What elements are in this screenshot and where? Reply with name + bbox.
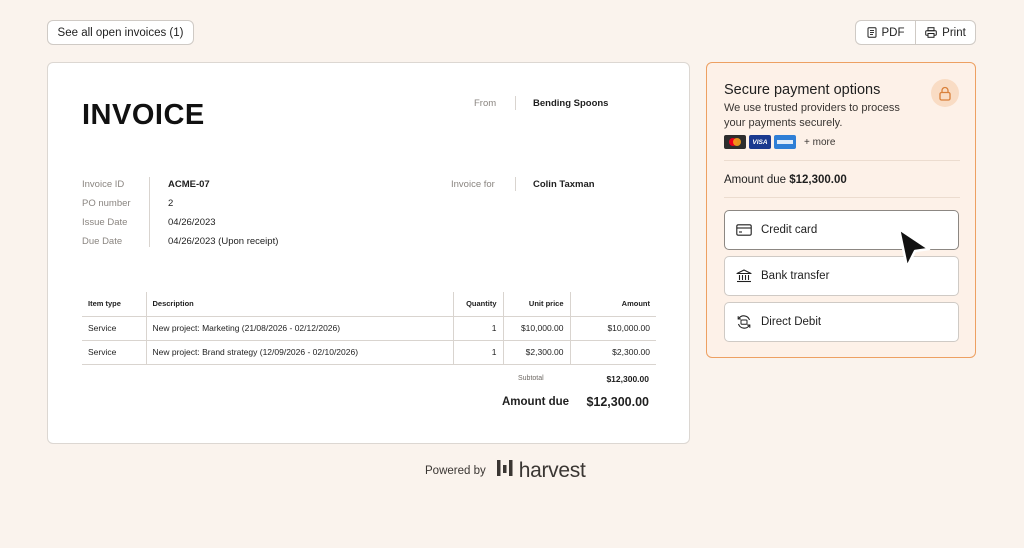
invoice-card: INVOICE From Bending Spoons Invoice ID P… bbox=[47, 62, 690, 444]
amex-icon bbox=[774, 135, 796, 149]
subtotal-value: $12,300.00 bbox=[606, 374, 649, 384]
due-date-label: Due Date bbox=[82, 236, 123, 247]
cell-unit-price: $10,000.00 bbox=[502, 316, 570, 341]
harvest-mark-icon bbox=[496, 458, 514, 483]
see-all-invoices-label: See all open invoices (1) bbox=[57, 26, 184, 39]
printer-icon bbox=[925, 27, 937, 38]
table-row: Service New project: Marketing (21/08/20… bbox=[82, 316, 656, 341]
invoice-for-value: Colin Taxman bbox=[533, 179, 595, 190]
col-description: Description bbox=[145, 292, 453, 317]
pdf-label: PDF bbox=[881, 26, 905, 39]
panel-divider bbox=[724, 197, 960, 198]
direct-debit-option[interactable]: Direct Debit bbox=[724, 302, 959, 342]
invoice-for-label: Invoice for bbox=[451, 179, 495, 190]
direct-debit-label: Direct Debit bbox=[761, 316, 822, 328]
visa-text: VISA bbox=[752, 138, 768, 146]
table-header-row: Item type Description Quantity Unit pric… bbox=[82, 292, 656, 317]
pdf-button[interactable]: PDF bbox=[856, 21, 915, 44]
export-button-group: PDF Print bbox=[855, 20, 976, 45]
col-amount: Amount bbox=[569, 292, 656, 317]
from-label: From bbox=[474, 98, 497, 109]
cell-description: New project: Brand strategy (12/09/2026 … bbox=[145, 340, 453, 365]
invoice-for-divider bbox=[515, 177, 516, 191]
col-item-type: Item type bbox=[82, 292, 146, 317]
credit-card-label: Credit card bbox=[761, 224, 818, 236]
issue-date-value: 04/26/2023 bbox=[168, 217, 216, 228]
harvest-wordmark: harvest bbox=[518, 458, 586, 482]
cell-description: New project: Marketing (21/08/2026 - 02/… bbox=[145, 316, 453, 341]
from-value: Bending Spoons bbox=[533, 98, 609, 109]
po-number-value: 2 bbox=[168, 198, 174, 209]
cell-quantity: 1 bbox=[452, 316, 503, 341]
document-icon bbox=[867, 27, 877, 38]
powered-by-text: Powered by bbox=[425, 464, 486, 477]
amount-due-value: $12,300.00 bbox=[586, 395, 649, 409]
line-items-table: Item type Description Quantity Unit pric… bbox=[82, 292, 656, 365]
panel-divider bbox=[724, 160, 960, 161]
cell-item-type: Service bbox=[82, 316, 146, 341]
credit-card-icon bbox=[736, 224, 752, 236]
invoice-title: INVOICE bbox=[82, 99, 205, 131]
from-divider bbox=[515, 96, 516, 110]
amount-due-label: Amount due bbox=[502, 396, 570, 408]
bank-transfer-label: Bank transfer bbox=[761, 270, 830, 282]
invoice-id-label: Invoice ID bbox=[82, 179, 125, 190]
visa-icon: VISA bbox=[749, 135, 771, 149]
print-button[interactable]: Print bbox=[915, 21, 975, 44]
cell-amount: $2,300.00 bbox=[569, 340, 656, 365]
po-number-label: PO number bbox=[82, 198, 131, 209]
cell-unit-price: $2,300.00 bbox=[502, 340, 570, 365]
mouse-cursor-icon bbox=[893, 225, 935, 276]
meta-divider bbox=[149, 177, 150, 247]
lock-icon bbox=[931, 79, 959, 107]
bank-icon bbox=[736, 269, 752, 283]
cell-item-type: Service bbox=[82, 340, 146, 365]
panel-amount-due: Amount due $12,300.00 bbox=[724, 174, 847, 186]
panel-amount-due-value: $12,300.00 bbox=[789, 174, 847, 186]
direct-debit-icon bbox=[736, 314, 752, 330]
see-all-invoices-button[interactable]: See all open invoices (1) bbox=[47, 20, 194, 45]
subtotal-label: Subtotal bbox=[518, 375, 544, 382]
powered-by: Powered by harvest bbox=[425, 458, 586, 483]
table-row: Service New project: Brand strategy (12/… bbox=[82, 340, 656, 365]
due-date-value: 04/26/2023 (Upon receipt) bbox=[168, 236, 279, 247]
col-unit-price: Unit price bbox=[502, 292, 570, 317]
print-label: Print bbox=[942, 26, 966, 39]
payment-options-panel: Secure payment options We use trusted pr… bbox=[706, 62, 976, 358]
cell-quantity: 1 bbox=[452, 340, 503, 365]
payment-title: Secure payment options bbox=[724, 82, 881, 98]
invoice-id-value: ACME-07 bbox=[168, 179, 210, 190]
harvest-logo[interactable]: harvest bbox=[496, 458, 586, 483]
mastercard-icon bbox=[724, 135, 746, 149]
payment-subtitle: We use trusted providers to process your… bbox=[724, 102, 900, 129]
card-brands-row: VISA + more bbox=[724, 135, 835, 149]
issue-date-label: Issue Date bbox=[82, 217, 128, 228]
col-quantity: Quantity bbox=[452, 292, 503, 317]
cell-amount: $10,000.00 bbox=[569, 316, 656, 341]
panel-amount-due-label: Amount due bbox=[724, 174, 787, 186]
more-cards-text: + more bbox=[804, 136, 836, 148]
